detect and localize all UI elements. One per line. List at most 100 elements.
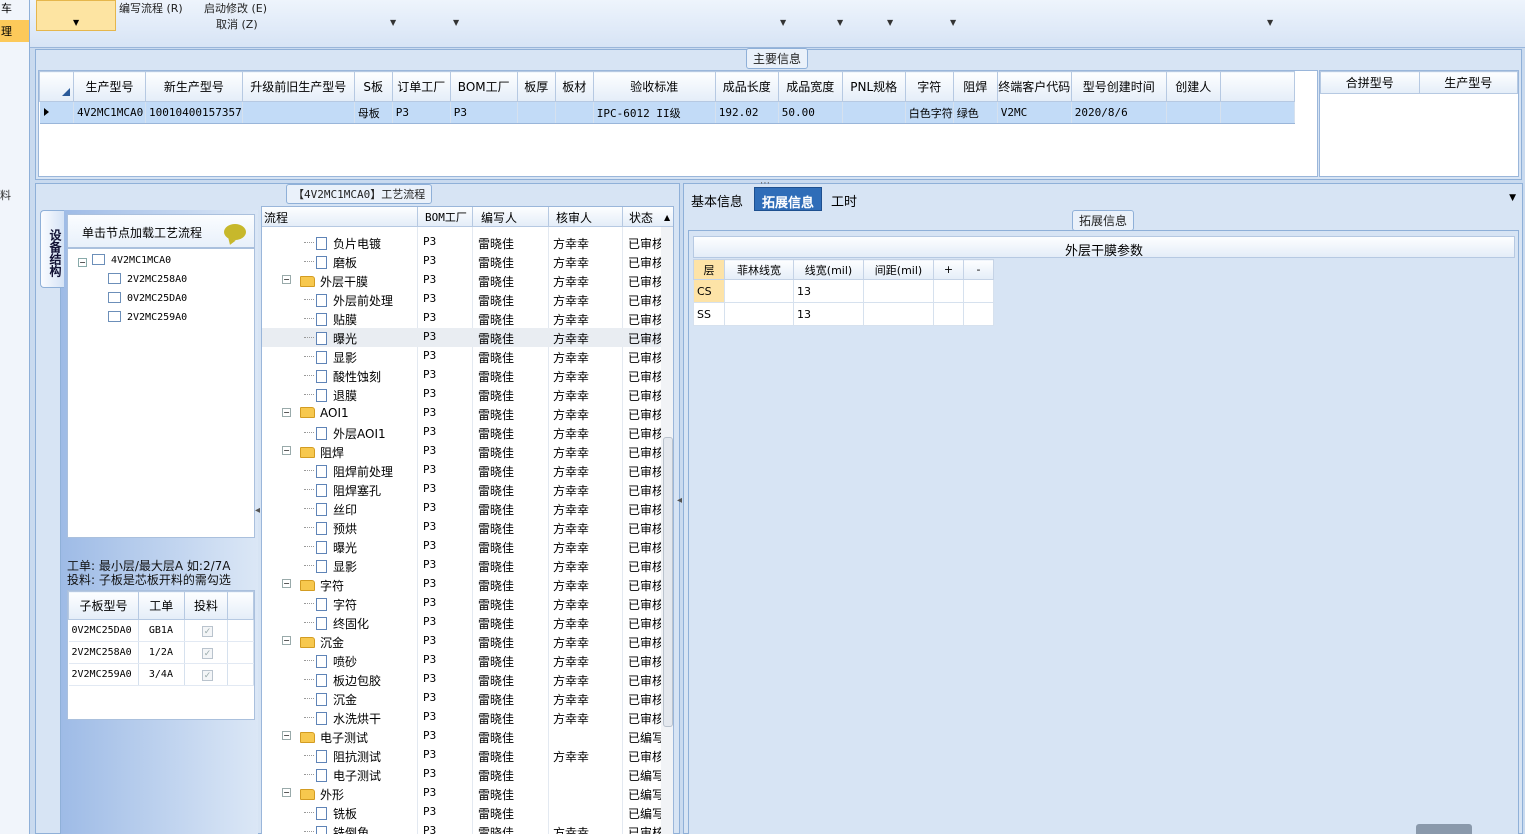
table-row[interactable]: SS 13 [693,302,994,326]
dry-col-header[interactable]: 菲林线宽 [724,259,794,280]
sub-order-cell[interactable]: 3/4A [138,663,185,686]
film-width-cell[interactable] [724,302,794,326]
main-col-header[interactable]: 型号创建时间 [1070,71,1167,102]
process-row[interactable]: 酸性蚀刻 P3 雷晓佳 方幸幸 已审核 [262,366,662,385]
main-col-header[interactable]: BOM工厂 [449,71,518,102]
tab-work-hours[interactable]: 工时 [824,187,864,211]
process-row[interactable]: 曝光 P3 雷晓佳 方幸幸 已审核 [262,537,662,556]
feed-checkbox[interactable]: ✓ [184,663,229,686]
chevron-down-icon[interactable]: ▼ [780,18,786,27]
splitter-grip-icon[interactable]: ◂ [255,505,260,516]
sub-model-cell[interactable]: 2V2MC259A0 [68,663,139,686]
main-cell[interactable]: P3 [450,101,518,124]
tree-node[interactable]: 2V2MC258A0 [108,273,187,285]
process-row[interactable]: 铣倒角 P3 雷晓佳 方幸幸 已审核 [262,822,662,834]
main-cell[interactable] [555,101,594,124]
main-cell[interactable] [517,101,556,124]
table-row[interactable]: 2V2MC259A0 3/4A ✓ [68,663,254,686]
process-row[interactable]: 沉金 P3 雷晓佳 方幸幸 已审核 [262,689,662,708]
main-col-header[interactable]: 板材 [554,71,594,102]
main-cell[interactable]: 4V2MC1MCA0 [73,101,146,124]
process-row[interactable]: 预烘 P3 雷晓佳 方幸幸 已审核 [262,518,662,537]
collapse-icon[interactable]: − [282,446,291,455]
process-row[interactable]: 显影 P3 雷晓佳 方幸幸 已审核 [262,556,662,575]
toolbar-dropdown[interactable]: ▼ [36,0,116,31]
merge-col-header[interactable]: 合拼型号 [1320,71,1420,94]
sub-model-cell[interactable]: 0V2MC25DA0 [68,619,139,642]
chevron-down-icon[interactable]: ▼ [950,18,956,27]
main-col-header[interactable]: S板 [353,71,393,102]
process-row[interactable]: 曝光 P3 雷晓佳 方幸幸 已审核 [262,328,662,347]
chevron-down-icon[interactable]: ▼ [1509,193,1516,203]
chevron-down-icon[interactable]: ▼ [1267,18,1273,27]
collapse-icon[interactable]: − [282,636,291,645]
main-cell[interactable]: 10010400157357 [145,101,243,124]
process-row[interactable]: 外层AOI1 P3 雷晓佳 方幸幸 已审核 [262,423,662,442]
process-row[interactable]: − 阻焊 P3 雷晓佳 方幸幸 已审核 [262,442,662,461]
spacing-cell[interactable] [863,279,934,303]
process-row[interactable]: − 外层干膜 P3 雷晓佳 方幸幸 已审核 [262,271,662,290]
main-col-header[interactable]: 成品宽度 [777,71,843,102]
main-col-header[interactable]: 生产型号 [73,71,146,102]
process-row[interactable]: 电子测试 P3 雷晓佳 已编写 [262,765,662,784]
main-col-header[interactable]: 验收标准 [592,71,716,102]
main-cell[interactable] [242,101,355,124]
sub-model-cell[interactable]: 2V2MC258A0 [68,641,139,664]
splitter-grip-icon[interactable]: ⋯ [760,178,770,189]
tree-node-root[interactable]: 4V2MC1MCA0 [92,254,171,266]
feed-checkbox[interactable]: ✓ [184,619,229,642]
main-cell[interactable]: 50.00 [778,101,843,124]
main-cell[interactable] [1166,101,1221,124]
table-row[interactable]: 2V2MC258A0 1/2A ✓ [68,641,254,664]
tab-extended-info[interactable]: 拓展信息 [754,187,823,211]
process-row[interactable]: − 字符 P3 雷晓佳 方幸幸 已审核 [262,575,662,594]
dry-col-header[interactable]: 层 [693,259,725,280]
process-row[interactable]: 铣板 P3 雷晓佳 已编写 [262,803,662,822]
chevron-down-icon[interactable]: ▼ [837,18,843,27]
main-cell[interactable]: 母板 [354,101,393,124]
spacing-cell[interactable] [863,302,934,326]
collapse-icon[interactable]: − [282,731,291,740]
layer-cell[interactable]: SS [693,302,725,326]
main-col-header[interactable]: 升级前旧生产型号 [241,71,355,102]
collapse-icon[interactable]: − [282,408,291,417]
line-width-cell[interactable]: 13 [793,279,864,303]
select-all-corner[interactable] [39,71,74,102]
chevron-down-icon[interactable]: ▼ [453,18,459,27]
dry-col-header[interactable]: 线宽(mil) [793,259,864,280]
process-row[interactable]: 负片电镀 P3 雷晓佳 方幸幸 已审核 [262,233,662,252]
process-row[interactable]: − AOI1 P3 雷晓佳 方幸幸 已审核 [262,404,662,423]
tree-node[interactable]: 2V2MC259A0 [108,311,187,323]
add-row-button[interactable]: + [933,259,964,280]
chevron-down-icon[interactable]: ▼ [390,18,396,27]
process-row[interactable]: 阻焊前处理 P3 雷晓佳 方幸幸 已审核 [262,461,662,480]
main-col-header[interactable]: 订单工厂 [391,71,451,102]
main-cell[interactable]: IPC-6012 II级 [593,101,716,124]
left-nav-item[interactable]: 料 [0,187,11,203]
table-row[interactable]: 4V2MC1MCA0 10010400157357 母板 P3 P3 IPC-6012 I… [39,101,1295,124]
process-row[interactable]: 显影 P3 雷晓佳 方幸幸 已审核 [262,347,662,366]
main-col-header[interactable]: 板厚 [516,71,556,102]
main-cell[interactable]: 192.02 [715,101,779,124]
process-row[interactable]: 丝印 P3 雷晓佳 方幸幸 已审核 [262,499,662,518]
process-row[interactable]: 阻抗测试 P3 雷晓佳 方幸幸 已审核 [262,746,662,765]
main-cell[interactable]: 2020/8/6 [1071,101,1167,124]
sub-col-header[interactable]: 工单 [137,591,185,620]
main-col-header[interactable]: 新生产型号 [145,71,243,102]
main-col-header[interactable]: 创建人 [1165,71,1221,102]
tree-node[interactable]: 0V2MC25DA0 [108,292,187,304]
layer-cell[interactable]: CS [693,279,725,303]
collapse-icon[interactable]: − [282,275,291,284]
edit-flow-button[interactable]: 编写流程 (R) [119,0,183,16]
collapse-icon[interactable]: − [282,788,291,797]
process-row[interactable]: 贴膜 P3 雷晓佳 方幸幸 已审核 [262,309,662,328]
cancel-button[interactable]: 取消 (Z) [216,16,258,32]
main-col-header[interactable]: 终端客户代码 [996,71,1072,102]
left-nav-item-active[interactable]: 理 [0,20,29,42]
process-row[interactable]: 喷砂 P3 雷晓佳 方幸幸 已审核 [262,651,662,670]
main-cell[interactable]: V2MC [997,101,1072,124]
vertical-scrollbar[interactable]: ▲ [661,213,673,834]
sub-order-cell[interactable]: GB1A [138,619,185,642]
process-row[interactable]: 外层前处理 P3 雷晓佳 方幸幸 已审核 [262,290,662,309]
sub-col-header[interactable]: 子板型号 [68,591,139,620]
